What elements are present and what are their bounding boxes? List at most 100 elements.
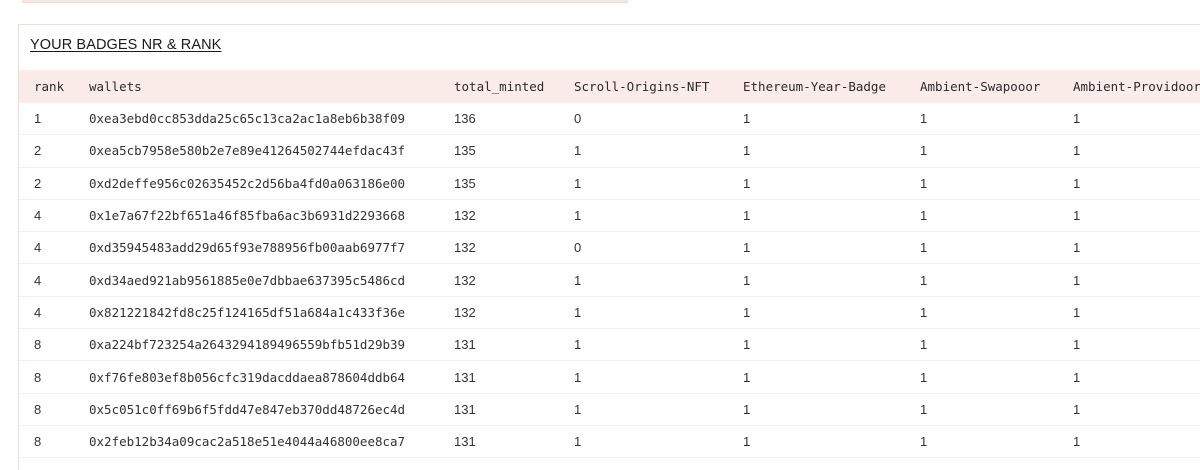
rank-cell: 4	[19, 263, 77, 297]
column-header-ambient-providoor[interactable]: Ambient-Providoor	[1061, 70, 1200, 103]
ambient-swapooor-cell: 1	[908, 360, 1061, 394]
ambient-providoor-cell: 1	[1061, 328, 1200, 362]
table-row: 4 0xd35945483add29d65f93e788956fb00aab697…	[19, 231, 1200, 265]
total-minted-cell: 132	[442, 199, 562, 233]
table-row: 1 0xea3ebd0cc853dda25c65c13ca2ac1a8eb6b38…	[19, 103, 1200, 136]
ethereum-year-badge-cell: 1	[731, 231, 908, 265]
ethereum-year-badge-cell: 1	[731, 296, 908, 330]
panel-title: YOUR BADGES NR & RANK	[30, 37, 222, 53]
table-row: 8 0xa224bf723254a2643294189496559bfb51d29…	[19, 328, 1200, 362]
ambient-swapooor-cell: 1	[908, 296, 1061, 330]
ethereum-year-badge-cell: 1	[731, 425, 908, 459]
wallet-cell: 0xd2deffe956c02635452c2d56ba4fd0a063186e…	[77, 167, 442, 200]
ambient-swapooor-cell: 1	[908, 263, 1061, 297]
scroll-origins-nft-cell: 1	[562, 296, 731, 330]
ambient-providoor-cell: 1	[1061, 167, 1200, 200]
total-minted-cell: 132	[442, 263, 562, 297]
scroll-origins-nft-cell: 1	[562, 425, 731, 459]
table-body: 1 0xea3ebd0cc853dda25c65c13ca2ac1a8eb6b38…	[19, 103, 1200, 459]
column-header-scroll-origins-nft[interactable]: Scroll-Origins-NFT	[562, 70, 731, 103]
table-row: 8 0x2feb12b34a09cac2a518e51e4044a46800ee8…	[19, 425, 1200, 459]
column-header-ethereum-year-badge[interactable]: Ethereum-Year-Badge	[731, 70, 908, 103]
ethereum-year-badge-cell: 1	[731, 103, 908, 136]
ambient-providoor-cell: 1	[1061, 263, 1200, 297]
ambient-providoor-cell: 1	[1061, 425, 1200, 459]
wallet-cell: 0xea3ebd0cc853dda25c65c13ca2ac1a8eb6b38f…	[77, 103, 442, 136]
table-row: 2 0xd2deffe956c02635452c2d56ba4fd0a063186…	[19, 167, 1200, 200]
ambient-swapooor-cell: 1	[908, 199, 1061, 233]
column-header-wallets[interactable]: wallets	[77, 70, 442, 103]
wallet-cell: 0x5c051c0ff69b6f5fdd47e847eb370dd48726ec…	[77, 393, 442, 426]
wallet-cell: 0xd35945483add29d65f93e788956fb00aab6977…	[77, 231, 442, 265]
scroll-origins-nft-cell: 1	[562, 199, 731, 233]
rank-cell: 1	[19, 103, 77, 136]
total-minted-cell: 131	[442, 393, 562, 426]
ambient-swapooor-cell: 1	[908, 103, 1061, 136]
total-minted-cell: 135	[442, 167, 562, 200]
total-minted-cell: 132	[442, 231, 562, 265]
column-header-ambient-swapooor[interactable]: Ambient-Swapooor	[908, 70, 1061, 103]
table-row: 8 0xf76fe803ef8b056cfc319dacddaea878604dd…	[19, 360, 1200, 394]
ethereum-year-badge-cell: 1	[731, 328, 908, 362]
ambient-swapooor-cell: 1	[908, 425, 1061, 459]
ethereum-year-badge-cell: 1	[731, 393, 908, 426]
wallet-cell: 0xea5cb7958e580b2e7e89e41264502744efdac4…	[77, 134, 442, 168]
ambient-providoor-cell: 1	[1061, 231, 1200, 265]
table-row: 4 0x821221842fd8c25f124165df51a684a1c433f…	[19, 296, 1200, 330]
ethereum-year-badge-cell: 1	[731, 167, 908, 200]
scroll-origins-nft-cell: 1	[562, 263, 731, 297]
scroll-origins-nft-cell: 1	[562, 134, 731, 168]
ethereum-year-badge-cell: 1	[731, 134, 908, 168]
ambient-providoor-cell: 1	[1061, 134, 1200, 168]
wallet-cell: 0x2feb12b34a09cac2a518e51e4044a46800ee8c…	[77, 425, 442, 459]
total-minted-cell: 131	[442, 360, 562, 394]
badges-rank-panel: YOUR BADGES NR & RANK rank wallets total…	[18, 24, 1200, 470]
ambient-providoor-cell: 1	[1061, 199, 1200, 233]
rank-cell: 8	[19, 360, 77, 394]
total-minted-cell: 136	[442, 103, 562, 136]
ethereum-year-badge-cell: 1	[731, 360, 908, 394]
rank-cell: 8	[19, 328, 77, 362]
wallet-cell: 0x1e7a67f22bf651a46f85fba6ac3b6931d22936…	[77, 199, 442, 233]
ambient-swapooor-cell: 1	[908, 231, 1061, 265]
column-header-total-minted[interactable]: total_minted	[442, 70, 562, 103]
scroll-origins-nft-cell: 1	[562, 167, 731, 200]
badges-table: rank wallets total_minted Scroll-Origins…	[19, 70, 1200, 459]
scroll-origins-nft-cell: 1	[562, 328, 731, 362]
rank-cell: 8	[19, 425, 77, 459]
column-header-rank[interactable]: rank	[19, 70, 77, 103]
wallet-cell: 0xf76fe803ef8b056cfc319dacddaea878604ddb…	[77, 360, 442, 394]
table-row: 4 0x1e7a67f22bf651a46f85fba6ac3b6931d2293…	[19, 199, 1200, 233]
total-minted-cell: 135	[442, 134, 562, 168]
table-row: 4 0xd34aed921ab9561885e0e7dbbae637395c548…	[19, 263, 1200, 297]
ambient-swapooor-cell: 1	[908, 393, 1061, 426]
total-minted-cell: 132	[442, 296, 562, 330]
scroll-origins-nft-cell: 0	[562, 231, 731, 265]
table-row: 8 0x5c051c0ff69b6f5fdd47e847eb370dd48726e…	[19, 393, 1200, 426]
rank-cell: 8	[19, 393, 77, 426]
table-row: 2 0xea5cb7958e580b2e7e89e41264502744efdac…	[19, 134, 1200, 168]
ambient-providoor-cell: 1	[1061, 360, 1200, 394]
wallet-cell: 0xd34aed921ab9561885e0e7dbbae637395c5486…	[77, 263, 442, 297]
total-minted-cell: 131	[442, 328, 562, 362]
wallet-cell: 0x821221842fd8c25f124165df51a684a1c433f3…	[77, 296, 442, 330]
scroll-origins-nft-cell: 0	[562, 103, 731, 136]
ambient-providoor-cell: 1	[1061, 103, 1200, 136]
rank-cell: 4	[19, 199, 77, 233]
ambient-providoor-cell: 1	[1061, 393, 1200, 426]
total-minted-cell: 131	[442, 425, 562, 459]
rank-cell: 2	[19, 134, 77, 168]
wallet-cell: 0xa224bf723254a2643294189496559bfb51d29b…	[77, 328, 442, 362]
scroll-origins-nft-cell: 1	[562, 360, 731, 394]
ambient-swapooor-cell: 1	[908, 167, 1061, 200]
ambient-providoor-cell: 1	[1061, 296, 1200, 330]
ethereum-year-badge-cell: 1	[731, 199, 908, 233]
rank-cell: 4	[19, 296, 77, 330]
previous-panel-edge	[22, 0, 628, 3]
ambient-swapooor-cell: 1	[908, 328, 1061, 362]
rank-cell: 4	[19, 231, 77, 265]
table-header-row: rank wallets total_minted Scroll-Origins…	[19, 70, 1200, 103]
ethereum-year-badge-cell: 1	[731, 263, 908, 297]
ambient-swapooor-cell: 1	[908, 134, 1061, 168]
rank-cell: 2	[19, 167, 77, 200]
